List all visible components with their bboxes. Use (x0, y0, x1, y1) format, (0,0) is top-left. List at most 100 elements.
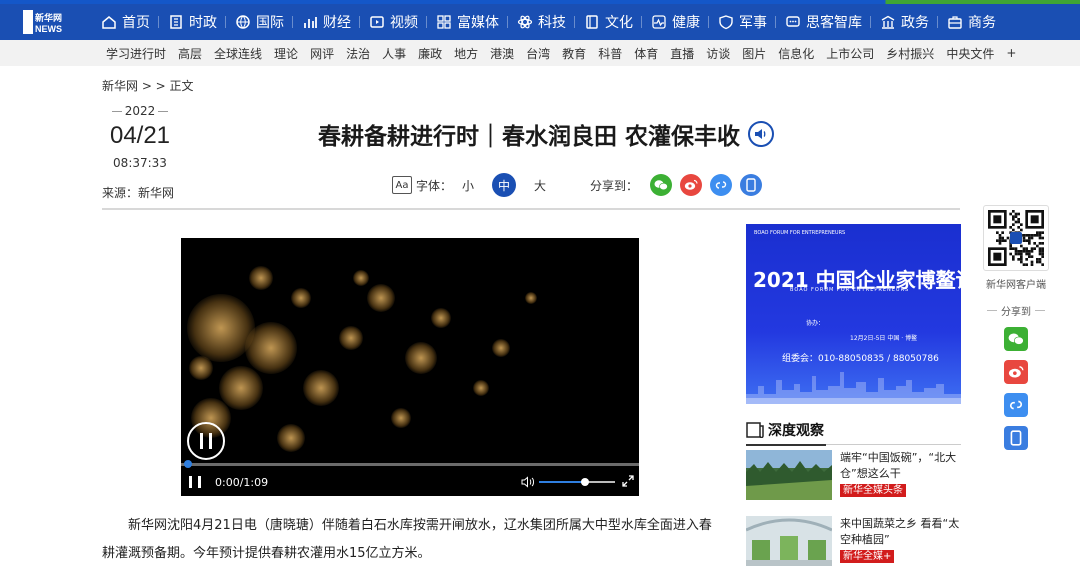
nav-item-label: 首页 (122, 15, 150, 31)
pause-bar (209, 433, 212, 449)
subnav-item[interactable]: 图片 (742, 45, 766, 62)
subnav-item[interactable]: 教育 (562, 45, 586, 62)
nav-item-2[interactable]: 国际 (226, 4, 293, 40)
audio-read-button[interactable] (748, 121, 775, 147)
subnav-item[interactable]: 访谈 (706, 45, 730, 62)
wechat-icon (654, 180, 668, 191)
deep-heading-line (826, 444, 961, 445)
deep-item-text[interactable]: 端牢“中国饭碗”，“北大仓”想这么干 (840, 450, 961, 482)
deep-item-tag[interactable]: 新华全媒+ (840, 550, 895, 563)
deep-item-text[interactable]: 来中国蔬菜之乡 看看“太空种植园” (840, 516, 961, 548)
subnav-item[interactable]: 乡村振兴 (886, 45, 934, 62)
client-label: 新华网客户端 (986, 280, 1046, 291)
nav-item-8[interactable]: 健康 (642, 4, 709, 40)
weibo-icon (684, 179, 698, 190)
nav-item-label: 健康 (672, 15, 700, 31)
volume-slider[interactable] (539, 478, 615, 486)
subnav-item[interactable]: 直播 (670, 45, 694, 62)
font-large-button[interactable]: 大 (534, 177, 546, 194)
subnav-item[interactable]: 网评 (310, 45, 334, 62)
subnav-item[interactable]: 人事 (382, 45, 406, 62)
nav-item-11[interactable]: 政务 (871, 4, 938, 40)
nav-item-0[interactable]: 首页 (92, 4, 159, 40)
article-tools: Aa 字体： 小 中 大 分享到： (392, 173, 763, 197)
bokeh-light (431, 308, 451, 328)
pause-bar (200, 433, 203, 449)
volume-knob[interactable] (580, 478, 589, 486)
subnav-item[interactable]: 体育 (634, 45, 658, 62)
share-wechat-button[interactable] (650, 174, 673, 196)
big-pause-button[interactable] (187, 422, 225, 460)
nav-item-5[interactable]: 富媒体 (427, 4, 508, 40)
subnav-item[interactable]: 法治 (346, 45, 370, 62)
globe-icon (236, 15, 250, 29)
side-mobile-button[interactable] (1004, 426, 1028, 450)
publish-year: 2022 (102, 104, 178, 118)
nav-item-1[interactable]: 时政 (159, 4, 226, 40)
subnav-item[interactable]: 信息化 (778, 45, 814, 62)
nav-item-label: 视频 (390, 15, 418, 31)
xinhua-logo[interactable]: 新华网 NEWS (0, 4, 92, 40)
subnav-item[interactable]: 理论 (274, 45, 298, 62)
share-mobile-button[interactable] (740, 174, 763, 196)
publish-time: 08:37:33 (113, 156, 167, 170)
subnav-item[interactable]: 科普 (598, 45, 622, 62)
nav-item-label: 军事 (739, 15, 767, 31)
nav-item-label: 商务 (968, 15, 996, 31)
forest-thumbnail (746, 450, 832, 500)
subnav-item[interactable]: 全球连线 (214, 45, 262, 62)
deep-item[interactable]: 端牢“中国饭碗”，“北大仓”想这么干 新华全媒头条 (746, 450, 961, 504)
nav-item-3[interactable]: 财经 (293, 4, 360, 40)
nav-item-6[interactable]: 科技 (508, 4, 575, 40)
subnav-item[interactable]: + (1006, 46, 1016, 60)
deep-item[interactable]: 来中国蔬菜之乡 看看“太空种植园” 新华全媒+ (746, 516, 961, 570)
share-weibo-button[interactable] (680, 174, 703, 196)
subnav-item[interactable]: 台湾 (526, 45, 550, 62)
deep-observation-section: 深度观察 端牢“中国饭碗”，“北大仓”想这么干 新华全媒头条 来中国蔬菜之乡 看… (746, 420, 961, 566)
side-link-button[interactable] (1004, 393, 1028, 417)
subnav-item[interactable]: 地方 (454, 45, 478, 62)
pause-button[interactable] (189, 476, 201, 488)
app-qr-code[interactable] (983, 205, 1049, 271)
bokeh-light (303, 370, 339, 406)
volume-icon[interactable] (521, 476, 535, 488)
ad-subtitle: BOAO FORUM FOR ENTREPRENEURS (790, 287, 910, 293)
subnav-item[interactable]: 上市公司 (826, 45, 874, 62)
volume-fill (539, 481, 585, 483)
chat-icon (786, 16, 800, 27)
video-time: 0:00/1:09 (215, 475, 269, 489)
nav-item-9[interactable]: 军事 (709, 4, 776, 40)
nav-item-7[interactable]: 文化 (575, 4, 642, 40)
subnav-item[interactable]: 高层 (178, 45, 202, 62)
bokeh-light (492, 339, 510, 357)
mobile-icon (1010, 430, 1022, 446)
share-link-button[interactable] (710, 174, 733, 196)
shield-icon (719, 15, 733, 30)
ad-top-text: BOAO FORUM FOR ENTREPRENEURS (754, 230, 846, 236)
font-medium-button[interactable]: 中 (492, 173, 517, 197)
subnav-item[interactable]: 廉政 (418, 45, 442, 62)
video-progress-bar[interactable] (181, 460, 639, 468)
side-wechat-button[interactable] (1004, 327, 1028, 351)
fullscreen-icon[interactable] (621, 474, 635, 488)
nav-item-12[interactable]: 商务 (938, 4, 1005, 40)
font-small-button[interactable]: 小 (462, 177, 474, 194)
deep-item-tag[interactable]: 新华全媒头条 (840, 484, 906, 497)
subnav-item[interactable]: 中央文件 (946, 45, 994, 62)
forum-ad-banner[interactable]: BOAO FORUM FOR ENTREPRENEURS 2021 中国企业家博… (746, 224, 961, 404)
subnav-item[interactable]: 学习进行时 (106, 45, 166, 62)
nav-item-4[interactable]: 视频 (360, 4, 427, 40)
nav-item-label: 文化 (605, 15, 633, 31)
nav-items: 首页 时政 国际 财经 视频 富媒体 科技 文化 健康 军事 思客智库 政务 商务 (92, 4, 1005, 40)
nav-item-10[interactable]: 思客智库 (776, 4, 871, 40)
subnav-item[interactable]: 港澳 (490, 45, 514, 62)
publish-date: 2022 04/21 08:37:33 (102, 104, 178, 170)
bokeh-light (391, 408, 411, 428)
wechat-icon (1008, 333, 1024, 345)
gov-icon (881, 15, 895, 29)
nav-item-label: 思客智库 (806, 15, 862, 31)
video-progress-knob[interactable] (183, 460, 192, 468)
video-player[interactable]: 0:00/1:09 (181, 238, 639, 496)
side-weibo-button[interactable] (1004, 360, 1028, 384)
bokeh-light (291, 288, 311, 308)
